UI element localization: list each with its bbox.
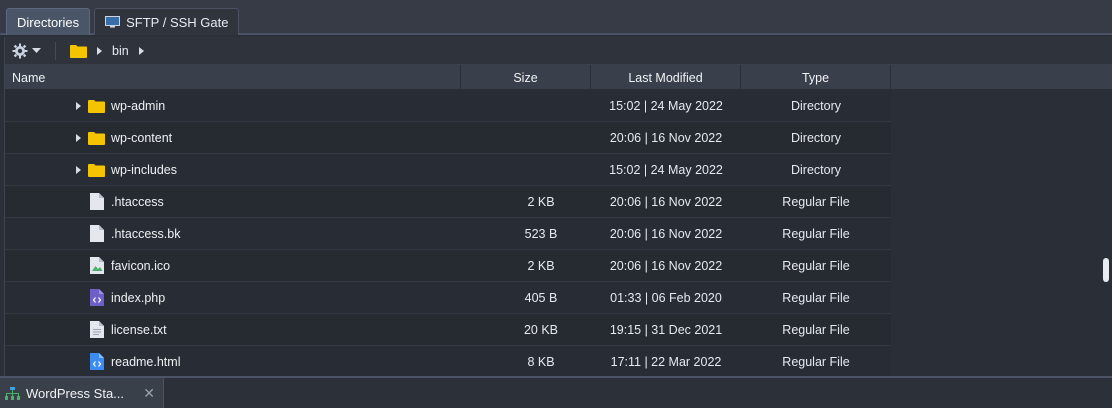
size-cell: 20 KB <box>523 322 559 337</box>
modified-cell: 20:06 | 16 Nov 2022 <box>609 130 723 145</box>
modified-cell: 01:33 | 06 Feb 2020 <box>610 290 722 305</box>
tab-sftp-ssh-gate[interactable]: SFTP / SSH Gate <box>94 8 240 35</box>
file-name: index.php <box>111 290 166 305</box>
php-file-icon <box>89 289 104 306</box>
file-icon <box>89 225 104 242</box>
column-header-name[interactable]: Name <box>5 65 461 90</box>
name-cell: wp-admin <box>5 97 461 114</box>
table-row[interactable]: favicon.ico 2 KB 20:06 | 16 Nov 2022 Reg… <box>5 250 891 282</box>
modified-cell: 17:11 | 22 Mar 2022 <box>610 354 722 369</box>
modified-cell: 20:06 | 16 Nov 2022 <box>609 226 723 241</box>
table-row[interactable]: readme.html 8 KB 17:11 | 22 Mar 2022 Reg… <box>5 346 891 378</box>
modified-cell: 20:06 | 16 Nov 2022 <box>609 194 723 209</box>
tab-directories-label: Directories <box>17 14 80 30</box>
table-row[interactable]: wp-includes 15:02 | 24 May 2022 Director… <box>5 154 891 186</box>
expand-arrow-icon[interactable] <box>76 165 81 174</box>
file-name: license.txt <box>111 322 167 337</box>
toolbar: bin <box>5 37 1112 65</box>
settings-menu-button[interactable] <box>12 43 41 59</box>
type-cell: Regular File <box>782 226 850 241</box>
html-file-icon <box>89 353 104 370</box>
column-header-type[interactable]: Type <box>741 65 891 90</box>
table-row[interactable]: .htaccess 2 KB 20:06 | 16 Nov 2022 Regul… <box>5 186 891 218</box>
tab-directories[interactable]: Directories <box>6 8 91 35</box>
file-name: favicon.ico <box>111 258 171 273</box>
name-cell: .htaccess.bk <box>5 225 461 242</box>
tab-sftp-label: SFTP / SSH Gate <box>126 14 229 30</box>
column-header-row: Name Size Last Modified Type <box>5 65 1112 90</box>
file-name: .htaccess.bk <box>111 226 181 241</box>
chevron-down-icon <box>32 47 41 53</box>
size-cell: 2 KB <box>527 194 555 209</box>
table-row[interactable]: wp-admin 15:02 | 24 May 2022 Directory <box>5 90 891 122</box>
environment-tab-label: WordPress Sta... <box>26 385 125 401</box>
name-cell: index.php <box>5 289 461 306</box>
name-cell: wp-includes <box>5 161 461 178</box>
modified-cell: 15:02 | 24 May 2022 <box>609 162 723 177</box>
expand-arrow-icon[interactable] <box>76 133 81 142</box>
file-name: wp-admin <box>111 98 166 113</box>
breadcrumb-root-folder[interactable] <box>70 44 87 58</box>
name-cell: license.txt <box>5 321 461 338</box>
column-header-size[interactable]: Size <box>461 65 591 90</box>
vertical-scrollbar[interactable] <box>1103 39 1110 374</box>
file-browser-panel: bin Name Size Last Modified Type wp-admi… <box>4 37 1112 378</box>
name-cell: favicon.ico <box>5 257 461 274</box>
table-row[interactable]: wp-content 20:06 | 16 Nov 2022 Directory <box>5 122 891 154</box>
size-cell: 405 B <box>524 290 558 305</box>
file-list: wp-admin 15:02 | 24 May 2022 Directory w… <box>5 90 891 378</box>
table-row[interactable]: .htaccess.bk 523 B 20:06 | 16 Nov 2022 R… <box>5 218 891 250</box>
folder-icon <box>88 131 105 145</box>
type-cell: Directory <box>790 162 841 177</box>
folder-icon <box>70 44 87 58</box>
type-cell: Directory <box>790 98 841 113</box>
folder-icon <box>88 99 105 113</box>
image-file-icon <box>89 257 104 274</box>
tab-bar: Directories SFTP / SSH Gate <box>0 0 1112 35</box>
breadcrumb-expand-icon[interactable] <box>138 46 144 55</box>
type-cell: Regular File <box>782 354 850 369</box>
file-icon <box>89 193 104 210</box>
modified-cell: 19:15 | 31 Dec 2021 <box>609 322 723 337</box>
scrollbar-thumb[interactable] <box>1103 258 1109 282</box>
name-cell: wp-content <box>5 129 461 146</box>
bottom-bar: WordPress Sta... ✕ <box>0 376 1112 408</box>
expand-arrow-icon[interactable] <box>76 101 81 110</box>
type-cell: Regular File <box>782 258 850 273</box>
monitor-icon <box>105 16 121 28</box>
column-header-modified[interactable]: Last Modified <box>591 65 741 90</box>
type-cell: Regular File <box>782 290 850 305</box>
text-file-icon <box>89 321 104 338</box>
size-cell: 8 KB <box>527 354 555 369</box>
breadcrumb-current[interactable]: bin <box>112 44 129 58</box>
folder-icon <box>88 163 105 177</box>
name-cell: .htaccess <box>5 193 461 210</box>
column-header-filler <box>891 65 1112 90</box>
breadcrumb-separator-icon <box>97 46 102 55</box>
file-name: wp-includes <box>111 162 178 177</box>
type-cell: Regular File <box>782 322 850 337</box>
environment-topology-icon <box>5 386 20 400</box>
name-cell: readme.html <box>5 353 461 370</box>
toolbar-divider <box>55 41 56 60</box>
table-row[interactable]: index.php 405 B 01:33 | 06 Feb 2020 Regu… <box>5 282 891 314</box>
file-name: wp-content <box>111 130 173 145</box>
close-icon[interactable]: ✕ <box>143 385 155 402</box>
type-cell: Regular File <box>782 194 850 209</box>
type-cell: Directory <box>790 130 841 145</box>
environment-tab[interactable]: WordPress Sta... ✕ <box>0 378 164 408</box>
size-cell: 523 B <box>524 226 558 241</box>
file-name: readme.html <box>111 354 181 369</box>
size-cell: 2 KB <box>527 258 555 273</box>
table-row[interactable]: license.txt 20 KB 19:15 | 31 Dec 2021 Re… <box>5 314 891 346</box>
modified-cell: 15:02 | 24 May 2022 <box>609 98 723 113</box>
modified-cell: 20:06 | 16 Nov 2022 <box>609 258 723 273</box>
file-name: .htaccess <box>111 194 164 209</box>
gear-icon <box>12 43 28 58</box>
